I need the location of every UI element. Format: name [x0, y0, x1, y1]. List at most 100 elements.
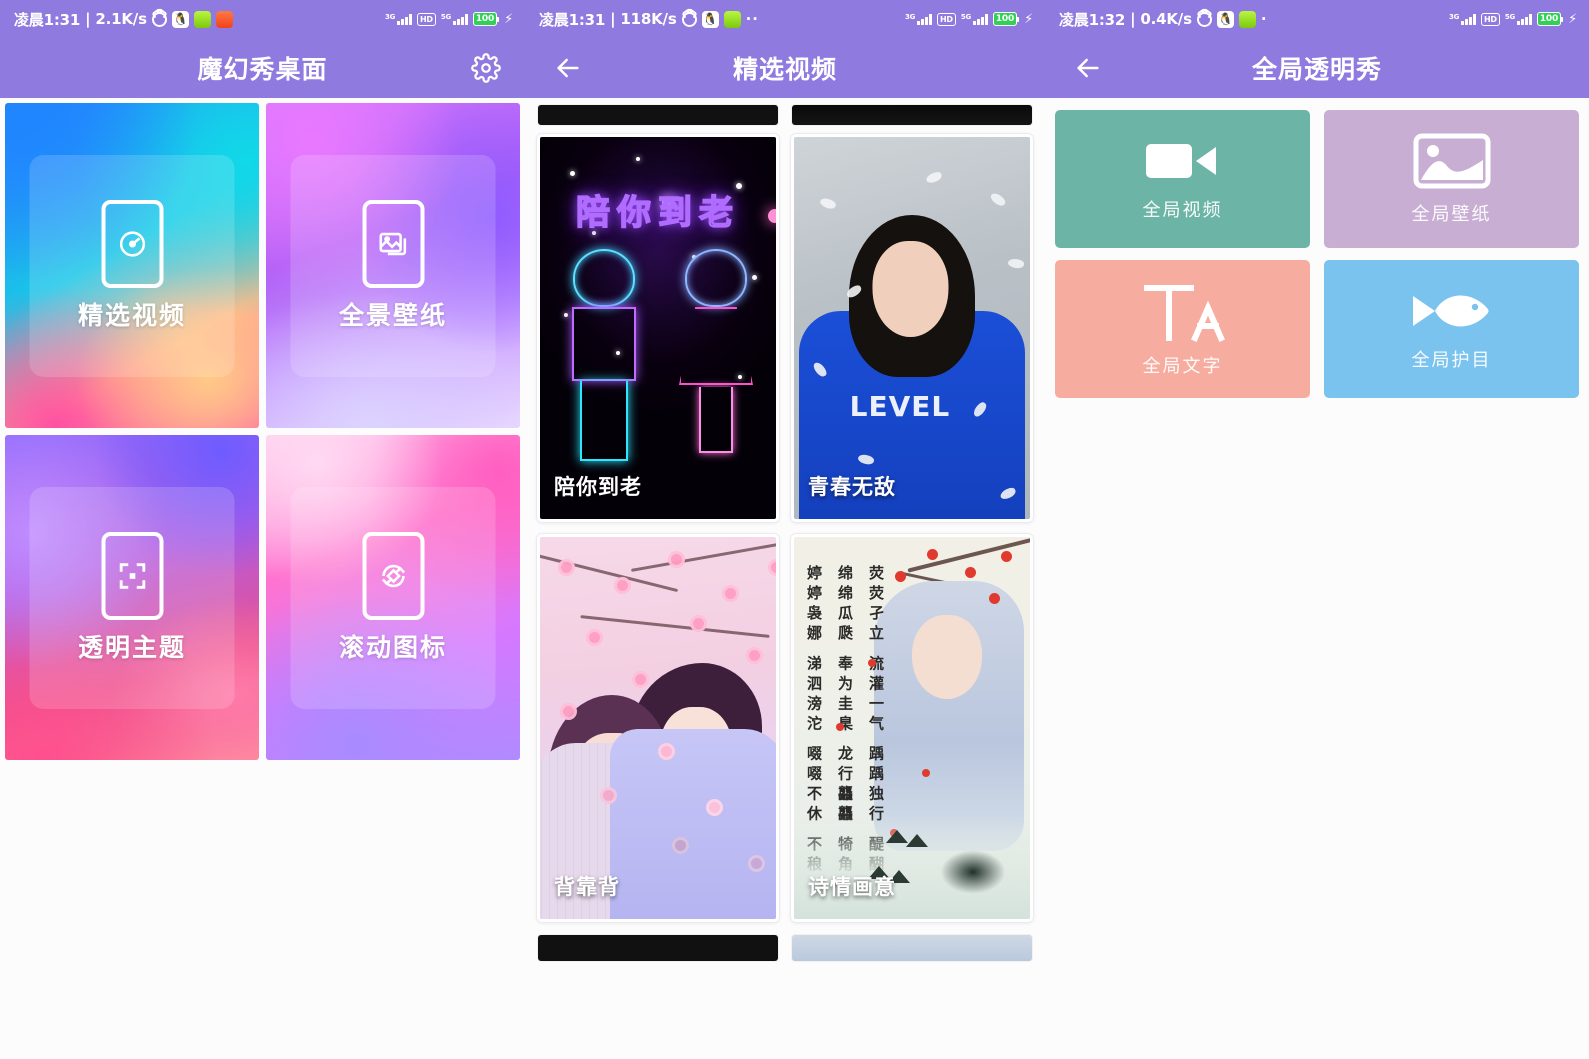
signal-3g-icon: 3G	[385, 13, 412, 25]
hd-icon: HD	[416, 12, 436, 26]
tile-label: 全局护目	[1411, 350, 1492, 371]
tile-global-video[interactable]: 全局视频	[1055, 110, 1310, 248]
hd-icon: HD	[1480, 12, 1500, 26]
status-bar-2: 凌晨1:31 | 118K/s 🐧 ·· 3G HD 5G 100 ⚡	[525, 0, 1045, 38]
feature-card-transparent-theme[interactable]: 透明主题	[5, 435, 259, 760]
rotate-phone-icon	[362, 531, 424, 620]
charging-icon: ⚡	[504, 11, 513, 27]
app-bar-videos: 精选视频	[525, 38, 1045, 98]
text-ta-icon	[1137, 280, 1229, 342]
video-card-caption: 诗情画意	[808, 875, 896, 899]
feature-card-panorama-wallpaper[interactable]: 全景壁纸	[266, 103, 520, 428]
video-scroll-area[interactable]: 陪你到老 陪你到老 LEVEL 青春无敌 背靠背 荧荧孑立 流灌一气 踽踽独行 …	[525, 104, 1045, 962]
feature-card-scrolling-icons[interactable]: 滚动图标	[266, 435, 520, 760]
signal-5g-icon: 5G	[441, 13, 468, 25]
back-arrow-icon[interactable]	[551, 51, 585, 85]
qq-icon: 🐧	[1216, 10, 1234, 28]
video-thumbnail: LEVEL	[794, 137, 1030, 519]
charging-icon: ⚡	[1568, 11, 1577, 27]
tile-label: 全局文字	[1142, 356, 1223, 377]
video-grid: 陪你到老 陪你到老 LEVEL 青春无敌 背靠背 荧荧孑立 流灌一气 踽踽独行 …	[537, 134, 1033, 922]
status-network-speed: 2.1K/s	[95, 10, 147, 28]
status-left-2: 凌晨1:31 | 118K/s 🐧 ··	[539, 9, 759, 30]
video-sliver-row-bottom	[537, 934, 1033, 962]
alarm-icon	[681, 11, 697, 27]
picture-icon	[1413, 132, 1491, 190]
battery-level: 100	[1536, 12, 1562, 26]
status-separator: |	[610, 10, 616, 28]
neon-boy-figure	[558, 249, 650, 477]
fish-icon	[1409, 286, 1495, 336]
video-card[interactable]: LEVEL 青春无敌	[791, 134, 1033, 522]
status-right-2: 3G HD 5G 100 ⚡	[905, 12, 1033, 27]
alarm-icon	[1196, 11, 1212, 27]
qq-icon: 🐧	[171, 10, 189, 28]
three-panel-screenshot: 凌晨1:31 | 2.1K/s 🐧 3G HD 5G 100 ⚡ 魔幻秀桌面 精…	[0, 0, 1589, 1059]
feature-card-label: 精选视频	[77, 300, 186, 330]
status-right-1: 3G HD 5G 100 ⚡	[385, 12, 513, 27]
alarm-icon	[151, 11, 167, 27]
thumbnail-overlay-title: LEVEL	[849, 390, 951, 423]
focus-frame-phone-icon	[101, 531, 163, 620]
back-arrow-icon[interactable]	[1071, 51, 1105, 85]
signal-3g-icon: 3G	[1449, 13, 1476, 25]
panel-home: 凌晨1:31 | 2.1K/s 🐧 3G HD 5G 100 ⚡ 魔幻秀桌面 精…	[0, 0, 525, 1059]
status-time: 凌晨1:32	[1059, 10, 1126, 29]
video-card-caption: 背靠背	[554, 875, 620, 899]
battery-icon: 100	[472, 12, 500, 26]
video-card[interactable]: 荧荧孑立 流灌一气 踽踽独行 醍醐灌顶 绵绵瓜瓞 奉为圭臬 龙行龘龘 犄角旮旯 …	[791, 534, 1033, 922]
charging-icon: ⚡	[1024, 11, 1033, 27]
page-title: 魔幻秀桌面	[197, 55, 328, 84]
thumbnail-overlay-title: 陪你到老	[575, 192, 740, 234]
settings-icon[interactable]	[469, 51, 503, 85]
status-separator: |	[1130, 10, 1136, 28]
status-separator: |	[85, 10, 91, 28]
page-title: 全局透明秀	[1251, 55, 1382, 84]
hd-icon: HD	[936, 12, 956, 26]
video-card-partial-bottom[interactable]	[537, 934, 779, 962]
tile-global-wallpaper[interactable]: 全局壁纸	[1324, 110, 1579, 248]
status-network-speed: 0.4K/s	[1140, 10, 1192, 28]
signal-3g-icon: 3G	[905, 13, 932, 25]
status-bar-1: 凌晨1:31 | 2.1K/s 🐧 3G HD 5G 100 ⚡	[0, 0, 525, 38]
feature-card-grid: 精选视频 全景壁纸 透明主题 滚动图标	[0, 98, 525, 765]
feature-card-label: 透明主题	[77, 632, 186, 662]
video-camera-icon	[1144, 136, 1222, 186]
video-card-partial-top[interactable]	[537, 104, 779, 126]
tile-label: 全局壁纸	[1411, 204, 1492, 225]
status-bar-3: 凌晨1:32 | 0.4K/s 🐧 · 3G HD 5G 100 ⚡	[1045, 0, 1589, 38]
battery-level: 100	[992, 12, 1018, 26]
overflow-dots-icon: ·	[1260, 10, 1268, 28]
tile-label: 全局视频	[1142, 200, 1223, 221]
app-bar-home: 魔幻秀桌面	[0, 38, 525, 98]
status-left-3: 凌晨1:32 | 0.4K/s 🐧 ·	[1059, 9, 1268, 30]
battery-icon: 100	[1536, 12, 1564, 26]
status-right-3: 3G HD 5G 100 ⚡	[1449, 12, 1577, 27]
video-thumbnail: 荧荧孑立 流灌一气 踽踽独行 醍醐灌顶 绵绵瓜瓞 奉为圭臬 龙行龘龘 犄角旮旯 …	[794, 537, 1030, 919]
tile-global-eye-protect[interactable]: 全局护目	[1324, 260, 1579, 398]
page-title: 精选视频	[732, 55, 837, 84]
tile-global-text[interactable]: 全局文字	[1055, 260, 1310, 398]
feature-card-label: 滚动图标	[338, 632, 447, 662]
video-card-caption: 青春无敌	[808, 475, 896, 499]
battery-icon: 100	[992, 12, 1020, 26]
status-network-speed: 118K/s	[620, 10, 677, 28]
green-app-icon	[1238, 10, 1256, 28]
signal-5g-icon: 5G	[961, 13, 988, 25]
video-card-partial-top[interactable]	[791, 104, 1033, 126]
battery-level: 100	[472, 12, 498, 26]
video-card-partial-bottom[interactable]	[791, 934, 1033, 962]
global-tile-grid: 全局视频 全局壁纸 全局文字 全局护目	[1045, 98, 1589, 410]
panel-featured-video-list: 凌晨1:31 | 118K/s 🐧 ·· 3G HD 5G 100 ⚡ 精选视频…	[525, 0, 1045, 1059]
video-card-caption: 陪你到老	[554, 475, 642, 499]
video-thumbnail	[540, 537, 776, 919]
feature-card-featured-video[interactable]: 精选视频	[5, 103, 259, 428]
green-app-icon	[723, 10, 741, 28]
video-sliver-row	[537, 104, 1033, 126]
feature-card-label: 全景壁纸	[338, 300, 447, 330]
panel-global-transparent: 凌晨1:32 | 0.4K/s 🐧 · 3G HD 5G 100 ⚡ 全局透明秀…	[1045, 0, 1589, 1059]
speedometer-phone-icon	[101, 199, 163, 288]
video-card[interactable]: 背靠背	[537, 534, 779, 922]
video-thumbnail: 陪你到老	[540, 137, 776, 519]
video-card[interactable]: 陪你到老 陪你到老	[537, 134, 779, 522]
